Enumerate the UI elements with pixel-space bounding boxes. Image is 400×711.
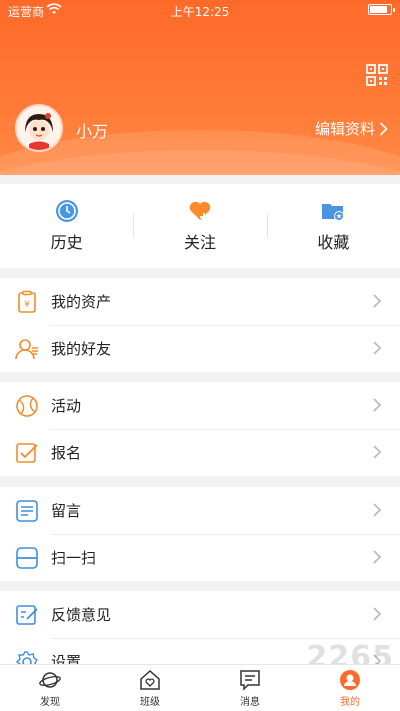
status-bar: 运营商 上午12:25 [0, 0, 400, 20]
chevron-right-icon [373, 445, 382, 459]
menu-item-signup[interactable]: 报名 [0, 429, 400, 476]
quick-history-label: 历史 [50, 233, 83, 252]
menu-item-activity[interactable]: 活动 [0, 382, 400, 429]
profile-icon [340, 669, 360, 690]
chevron-right-icon [379, 121, 388, 136]
chevron-right-icon [373, 398, 382, 412]
chevron-right-icon [373, 607, 382, 621]
tab-mine-label: 我的 [340, 696, 360, 708]
checkbox-icon [16, 442, 38, 463]
chevron-right-icon [373, 294, 382, 308]
status-time: 上午12:25 [170, 5, 230, 19]
avatar[interactable] [15, 104, 63, 152]
wallet-yuan-icon: ¥ [18, 290, 36, 313]
quick-favorites[interactable]: 收藏 [266, 184, 400, 268]
chevron-right-icon [373, 503, 382, 517]
chevron-right-icon [373, 341, 382, 355]
menu-item-scan[interactable]: 扫一扫 [0, 534, 400, 581]
menu-item-feedback-label: 反馈意见 [51, 606, 112, 624]
message-icon [16, 499, 38, 522]
tab-class-label: 班级 [140, 696, 160, 708]
svg-text:¥: ¥ [24, 300, 30, 310]
menu-group-assets: ¥ 我的资产 我的好友 [0, 278, 400, 372]
menu-group-activity: 活动 报名 [0, 382, 400, 476]
scan-icon [16, 546, 38, 569]
menu-item-message-label: 留言 [51, 502, 82, 520]
profile-header: 运营商 上午12:25 小万 编辑资料 [0, 0, 400, 175]
avatar-image [17, 106, 61, 150]
menu-group-message: 留言 扫一扫 [0, 487, 400, 581]
clock-icon [55, 200, 78, 222]
menu-item-assets-label: 我的资产 [51, 293, 112, 311]
menu-item-settings-label: 设置 [51, 653, 82, 664]
menu-item-friends[interactable]: 我的好友 [0, 325, 400, 372]
tab-bar: 发现 班级 消息 我的 [0, 664, 400, 711]
friends-icon [15, 338, 38, 359]
tab-class[interactable]: 班级 [100, 665, 200, 711]
ball-icon [16, 394, 38, 417]
menu-item-scan-label: 扫一扫 [51, 549, 97, 567]
folder-star-icon [322, 204, 345, 221]
quick-follow-label: 关注 [183, 233, 216, 252]
gear-icon [15, 650, 38, 664]
quick-actions: 历史 关注 收藏 [0, 184, 400, 268]
menu-item-activity-label: 活动 [51, 397, 82, 415]
tab-messages[interactable]: 消息 [200, 665, 300, 711]
quick-favorites-label: 收藏 [317, 233, 350, 252]
quick-follow[interactable]: 关注 [133, 184, 266, 268]
menu-item-message[interactable]: 留言 [0, 487, 400, 534]
planet-icon [39, 671, 61, 688]
house-heart-icon [140, 669, 160, 690]
tab-mine[interactable]: 我的 [300, 665, 400, 711]
menu-item-assets[interactable]: ¥ 我的资产 [0, 278, 400, 325]
feedback-icon [16, 604, 38, 625]
menu-item-feedback[interactable]: 反馈意见 [0, 591, 400, 638]
menu-item-friends-label: 我的好友 [51, 340, 112, 358]
chat-icon [240, 669, 260, 691]
quick-history[interactable]: 历史 [0, 184, 133, 268]
chevron-right-icon [373, 550, 382, 564]
tab-discover[interactable]: 发现 [0, 665, 100, 711]
menu-item-signup-label: 报名 [51, 444, 82, 462]
edit-profile-link[interactable]: 编辑资料 [315, 118, 388, 139]
username[interactable]: 小万 [76, 118, 108, 142]
qr-code-icon[interactable] [366, 64, 388, 86]
tab-discover-label: 发现 [40, 696, 60, 708]
heart-plus-icon [189, 201, 211, 221]
edit-profile-label: 编辑资料 [314, 120, 375, 138]
battery-icon [368, 4, 395, 15]
tab-messages-label: 消息 [240, 696, 260, 708]
